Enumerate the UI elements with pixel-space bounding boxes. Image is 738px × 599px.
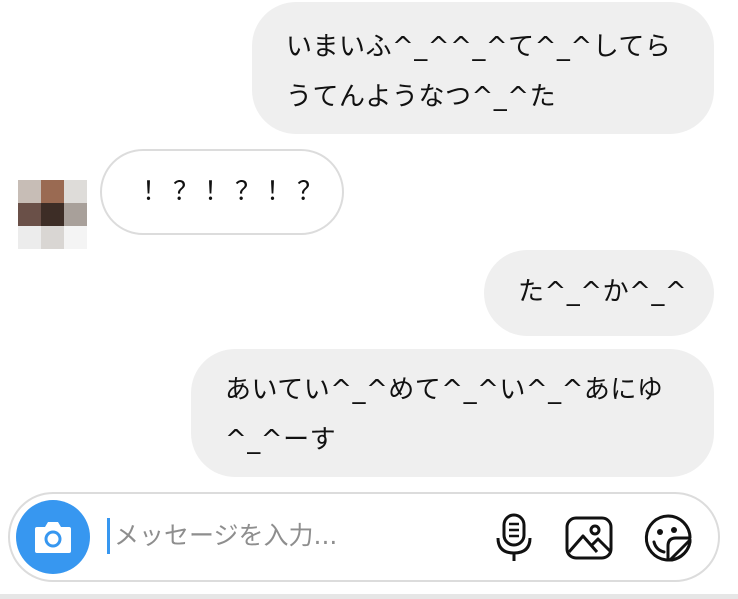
text-caret bbox=[107, 518, 110, 554]
camera-button[interactable] bbox=[16, 500, 90, 574]
message-composer: メッセージを入力... bbox=[8, 492, 720, 582]
divider bbox=[0, 594, 738, 599]
message-bubble-received[interactable]: ！？！？！？ bbox=[100, 149, 344, 235]
image-icon[interactable] bbox=[563, 512, 615, 564]
microphone-icon[interactable] bbox=[488, 512, 540, 564]
message-bubble-sent[interactable]: いまいふ^_^^_^て^_^してら うてんようなつ^_^た bbox=[252, 2, 714, 134]
sticker-icon[interactable] bbox=[642, 512, 694, 564]
camera-icon bbox=[35, 522, 71, 553]
message-bubble-sent[interactable]: た^_^か^_^ bbox=[484, 250, 714, 336]
chat-screen: いまいふ^_^^_^て^_^してら うてんようなつ^_^た ！？！？！？ た^_… bbox=[0, 0, 738, 599]
message-bubble-sent[interactable]: あいてい^_^めて^_^い^_^あにゆ ^_^ーす bbox=[191, 349, 714, 477]
avatar[interactable] bbox=[18, 180, 87, 249]
message-input[interactable]: メッセージを入力... bbox=[114, 516, 474, 556]
